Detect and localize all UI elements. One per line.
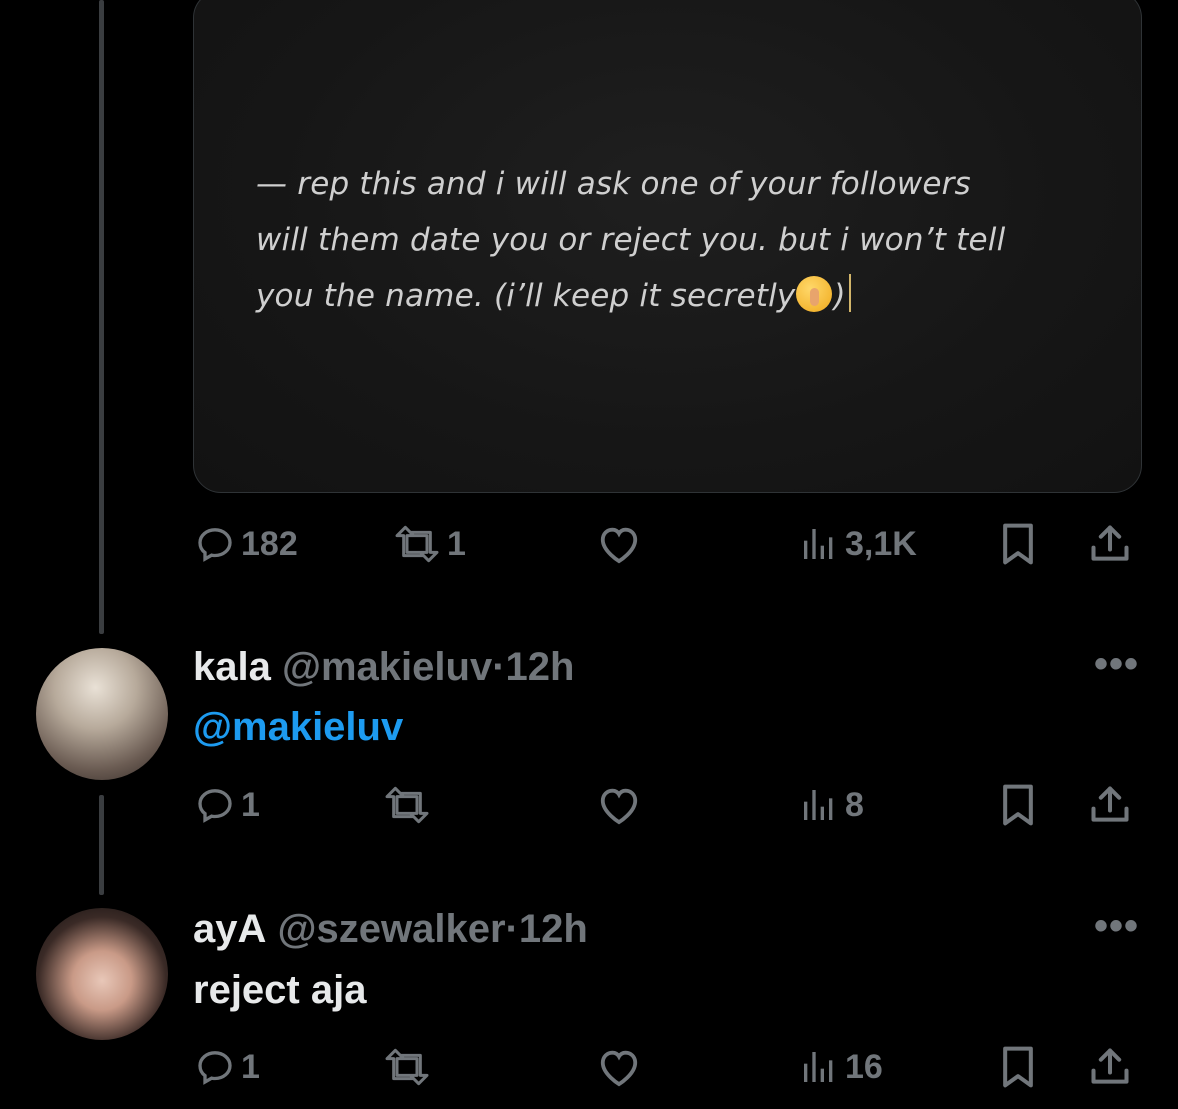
bookmark-icon: [1003, 784, 1033, 826]
more-options-button[interactable]: •••: [1094, 644, 1139, 684]
media-text-line-3-part: you the name. (i’ll keep it secretly: [256, 278, 796, 314]
timestamp[interactable]: 12h: [519, 907, 588, 951]
bookmark-button[interactable]: [998, 780, 1038, 830]
share-icon: [1091, 525, 1129, 561]
bookmark-icon: [1003, 1046, 1033, 1088]
media-text-line-1: — rep this and i will ask one of your fo…: [256, 166, 971, 202]
bookmark-icon: [1003, 523, 1033, 565]
views-button[interactable]: 8: [799, 780, 864, 830]
like-button[interactable]: [596, 1042, 642, 1092]
repost-icon: [385, 1048, 429, 1086]
heart-icon: [600, 1050, 638, 1087]
shushing-face-emoji-icon: [796, 276, 833, 312]
views-count: 16: [845, 1047, 883, 1086]
views-chart-icon: [804, 1052, 833, 1082]
repost-button[interactable]: [383, 1042, 437, 1092]
display-name[interactable]: kala: [193, 645, 271, 689]
reply-text[interactable]: @makieluv: [193, 702, 403, 752]
reply-header: ayA @szewalker·12h: [193, 905, 588, 953]
reply-text[interactable]: reject aja: [193, 965, 366, 1015]
timestamp[interactable]: 12h: [506, 645, 575, 689]
reply-header: kala @makieluv·12h: [193, 643, 574, 691]
user-handle[interactable]: @makieluv: [282, 645, 492, 689]
tweet-media-image[interactable]: — rep this and i will ask one of your fo…: [193, 0, 1142, 493]
thread-line-top: [99, 0, 104, 634]
views-count: 3,1K: [845, 524, 917, 563]
like-button[interactable]: [596, 780, 642, 830]
bookmark-button[interactable]: [998, 1042, 1038, 1092]
media-text-line-3: you the name. (i’ll keep it secretly): [256, 268, 1096, 324]
share-button[interactable]: [1088, 1042, 1132, 1092]
bookmark-button[interactable]: [998, 519, 1038, 569]
reply-button[interactable]: 1: [195, 1042, 260, 1092]
heart-icon: [600, 788, 638, 825]
views-count: 8: [845, 785, 864, 824]
separator-dot: ·: [492, 645, 506, 689]
display-name[interactable]: ayA: [193, 907, 266, 951]
repost-button[interactable]: [383, 780, 437, 830]
views-chart-icon: [804, 790, 833, 820]
reply-2-action-bar: 1 16: [193, 1042, 1143, 1092]
share-button[interactable]: [1088, 780, 1132, 830]
main-tweet-action-bar: 182 1 3,1K: [193, 519, 1143, 569]
reply-button[interactable]: 182: [195, 519, 298, 569]
reply-count: 182: [241, 524, 298, 563]
views-button[interactable]: 3,1K: [799, 519, 917, 569]
like-button[interactable]: [596, 519, 642, 569]
reply-button[interactable]: 1: [195, 780, 260, 830]
media-text-line-2: will them date you or reject you. but i …: [256, 222, 1006, 258]
reply-count: 1: [241, 1047, 260, 1086]
share-button[interactable]: [1088, 519, 1132, 569]
user-handle[interactable]: @szewalker: [278, 907, 506, 951]
media-text-line-3-close: ): [833, 278, 846, 314]
repost-icon: [395, 525, 439, 563]
media-text: — rep this and i will ask one of your fo…: [256, 156, 1096, 324]
views-chart-icon: [804, 529, 833, 559]
avatar[interactable]: [36, 648, 168, 780]
reply-icon: [198, 528, 232, 562]
reply-1-action-bar: 1 8: [193, 780, 1143, 830]
reply-count: 1: [241, 785, 260, 824]
repost-count: 1: [447, 524, 466, 563]
thread-line-middle: [99, 795, 104, 895]
repost-button[interactable]: 1: [393, 519, 466, 569]
avatar[interactable]: [36, 908, 168, 1040]
repost-icon: [385, 786, 429, 824]
heart-icon: [600, 527, 638, 564]
separator-dot: ·: [505, 907, 519, 951]
reply-icon: [198, 789, 232, 823]
share-icon: [1091, 786, 1129, 822]
share-icon: [1091, 1048, 1129, 1084]
reply-icon: [198, 1051, 232, 1085]
more-options-button[interactable]: •••: [1094, 906, 1139, 946]
text-cursor: [848, 274, 851, 312]
views-button[interactable]: 16: [799, 1042, 883, 1092]
